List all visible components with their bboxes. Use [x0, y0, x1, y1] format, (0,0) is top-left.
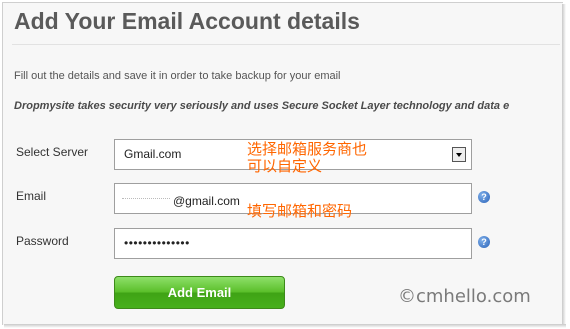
- add-email-button[interactable]: Add Email: [114, 276, 285, 309]
- title-divider: [12, 44, 560, 45]
- panel-shadow-right: [562, 4, 566, 326]
- security-notice: Dropmysite takes security very seriously…: [14, 100, 510, 112]
- password-field[interactable]: ••••••••••••••: [114, 228, 472, 259]
- email-domain-text: @gmail.com: [173, 194, 240, 208]
- panel-shadow-bottom: [4, 324, 566, 328]
- redacted-email-local-part: [122, 198, 170, 199]
- email-label: Email: [16, 189, 47, 203]
- page-description: Fill out the details and save it in orde…: [14, 70, 341, 82]
- server-annotation-line1: 选择邮箱服务商也: [247, 140, 368, 158]
- watermark: ©cmhello.com: [398, 286, 531, 307]
- email-help-icon[interactable]: ?: [478, 191, 490, 203]
- email-field-value: @gmail.com: [122, 194, 240, 208]
- server-label: Select Server: [16, 145, 89, 159]
- password-label: Password: [16, 234, 69, 248]
- server-select-value: Gmail.com: [124, 147, 182, 161]
- server-annotation-line2: 可以自定义: [247, 157, 323, 175]
- password-field-value: ••••••••••••••: [124, 236, 190, 250]
- chevron-down-icon[interactable]: [452, 147, 466, 162]
- fields-annotation: 填写邮箱和密码: [247, 202, 353, 220]
- password-help-icon[interactable]: ?: [478, 236, 490, 248]
- page-title: Add Your Email Account details: [14, 8, 360, 34]
